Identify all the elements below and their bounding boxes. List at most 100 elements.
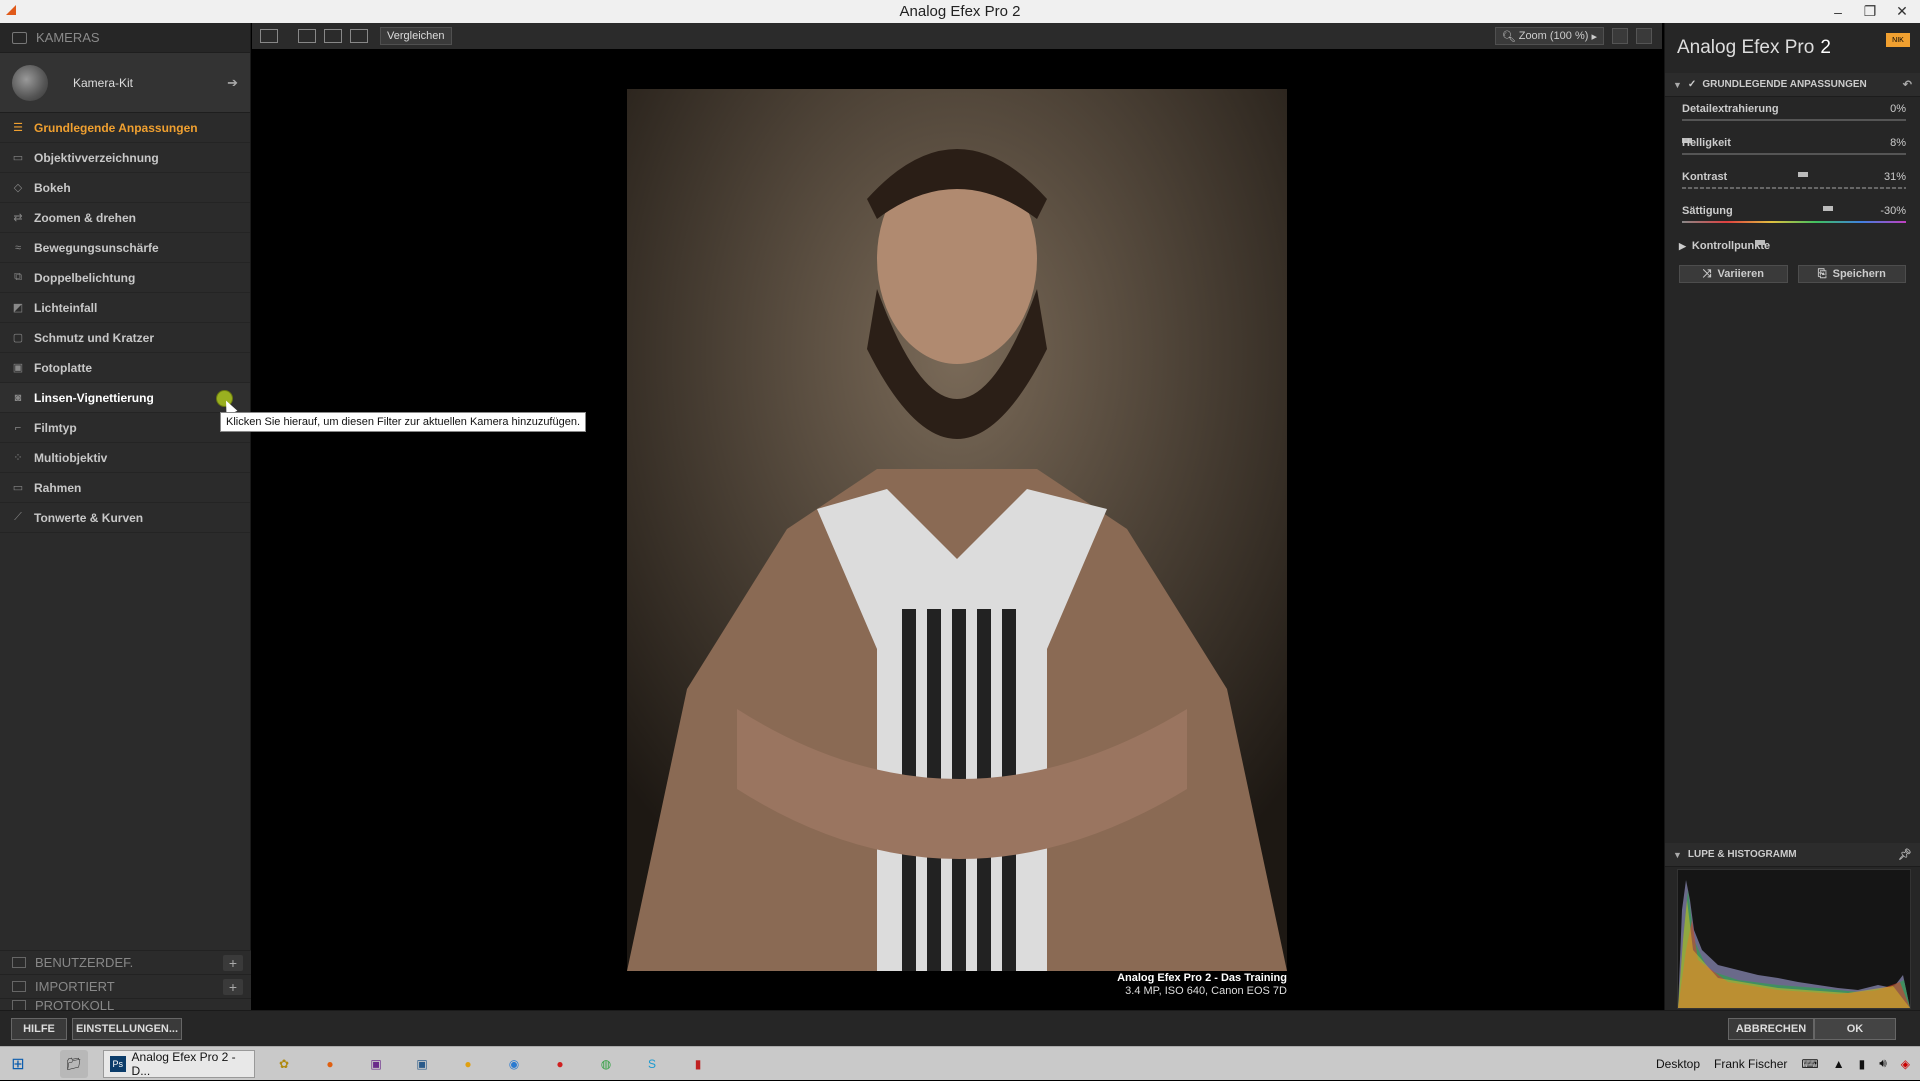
compare-button[interactable]: Vergleichen: [380, 27, 452, 45]
motion-blur-icon: ≈: [14, 241, 22, 254]
multilens-icon: ⁘: [13, 452, 23, 464]
browser-icon[interactable]: ◉: [500, 1050, 528, 1078]
vary-button[interactable]: ⤨ Variieren: [1679, 265, 1788, 283]
histogram-graph: [1678, 880, 1910, 1008]
section-benutzerdef[interactable]: BENUTZERDEF. +: [0, 950, 251, 974]
filter-item-linsen-vignettierung[interactable]: ◙ Linsen-Vignettierung: [0, 383, 250, 416]
filter-item-bokeh[interactable]: ◇ Bokeh: [0, 173, 250, 203]
skype-icon[interactable]: S: [638, 1050, 666, 1078]
zoom-select[interactable]: 🔍︎ Zoom (100 %) ▸: [1494, 27, 1604, 45]
firefox-icon[interactable]: ●: [316, 1050, 344, 1078]
filter-item-grundlegende-anpassungen[interactable]: ☰ Grundlegende Anpassungen: [0, 113, 250, 143]
desktop-toolbar[interactable]: Desktop: [1656, 1057, 1700, 1071]
taskbar-active-app-label: Analog Efex Pro 2 - D...: [131, 1049, 236, 1078]
notification-icon[interactable]: ◈: [1901, 1057, 1910, 1071]
premiere-icon[interactable]: ▣: [362, 1050, 390, 1078]
preview-image[interactable]: [627, 89, 1287, 971]
close-icon[interactable]: ✕: [1888, 0, 1916, 23]
single-view-icon[interactable]: [298, 29, 316, 43]
help-button[interactable]: HILFE: [11, 1018, 67, 1040]
slider-label: Detailextrahierung: [1682, 103, 1779, 115]
filter-item-zoomen-drehen[interactable]: ⇄ Zoomen & drehen: [0, 203, 250, 233]
filter-label: Fotoplatte: [34, 360, 92, 375]
slider-track[interactable]: [1682, 153, 1906, 177]
ok-button[interactable]: OK: [1814, 1018, 1896, 1040]
filter-item-bewegungsunschaerfe[interactable]: ≈ Bewegungsunschärfe: [0, 233, 250, 263]
filter-label: Tonwerte & Kurven: [34, 510, 144, 525]
filter-item-fotoplatte[interactable]: ▣ Fotoplatte: [0, 353, 250, 383]
filter-label: Bewegungsunschärfe: [34, 240, 159, 255]
explorer-icon[interactable]: 📁︎: [60, 1049, 88, 1078]
lightroom-icon[interactable]: ▣: [408, 1050, 436, 1078]
loupe-histogram-header[interactable]: ▼ LUPE & HISTOGRAMM 📌︎: [1665, 843, 1920, 867]
record-icon[interactable]: ●: [546, 1050, 574, 1078]
control-points-toggle[interactable]: ▶ Kontrollpunkte: [1665, 233, 1920, 259]
camera-kit-avatar: [12, 64, 48, 101]
filter-item-tonwerte-kurven[interactable]: ⟋ Tonwerte & Kurven: [0, 503, 250, 533]
save-button[interactable]: ⎘ Speichern: [1797, 265, 1906, 283]
filter-label: Zoomen & drehen: [34, 210, 137, 225]
slider-track[interactable]: [1682, 187, 1906, 211]
chevron-down-icon[interactable]: ▼: [1673, 80, 1682, 90]
check-icon[interactable]: ✓: [1688, 79, 1696, 90]
nik-logo-icon: NIK: [1886, 33, 1910, 47]
volume-icon[interactable]: 🔊︎: [1879, 1056, 1887, 1071]
slider-kontrast[interactable]: Kontrast 31%: [1665, 165, 1920, 211]
section-importiert-label: IMPORTIERT: [35, 979, 115, 994]
double-exposure-icon: ⧉: [14, 271, 22, 283]
layout-toggle-icon[interactable]: [260, 29, 278, 43]
camera-kit[interactable]: Kamera-Kit ➔: [0, 53, 250, 113]
reset-icon[interactable]: ↶: [1903, 78, 1912, 91]
restore-icon[interactable]: ❐: [1856, 0, 1884, 23]
filter-label: Multiobjektiv: [34, 450, 108, 465]
frame-icon: ▭: [12, 482, 24, 494]
slider-track[interactable]: [1682, 221, 1906, 245]
slider-label: Helligkeit: [1682, 137, 1731, 149]
light-icon[interactable]: [1612, 28, 1628, 44]
filter-item-schmutz-kratzer[interactable]: ▢ Schmutz und Kratzer: [0, 323, 250, 353]
app-yellow-icon[interactable]: ●: [454, 1050, 482, 1078]
slider-value: 31%: [1883, 171, 1906, 183]
windows-start-icon[interactable]: ⊞: [0, 1047, 36, 1081]
filter-item-multiobjektiv[interactable]: ⁘ Multiobjektiv: [0, 443, 250, 473]
slider-detailextrahierung[interactable]: Detailextrahierung 0%: [1665, 97, 1920, 143]
pin-icon[interactable]: 📌︎: [1898, 848, 1912, 861]
chevron-right-icon: ▶: [1679, 240, 1686, 251]
taskbar-active-app[interactable]: Ps Analog Efex Pro 2 - D...: [103, 1049, 255, 1078]
filter-item-filmtyp[interactable]: ⌐ Filmtyp: [0, 413, 250, 443]
tooltip: Klicken Sie hierauf, um diesen Filter zu…: [220, 412, 587, 432]
slider-knob[interactable]: [1755, 240, 1766, 245]
side-by-side-icon[interactable]: [350, 29, 368, 43]
chevron-down-icon[interactable]: ▼: [1673, 850, 1682, 860]
filter-item-lichteinfall[interactable]: ◩ Lichteinfall: [0, 293, 250, 323]
window-titlebar: Analog Efex Pro 2 – ❐ ✕: [0, 0, 1920, 23]
add-icon[interactable]: +: [223, 978, 243, 995]
photoshop-icon: Ps: [110, 1055, 126, 1072]
chrome-icon[interactable]: ◍: [592, 1050, 620, 1078]
filter-item-objektivverzeichnung[interactable]: ▭ Objektivverzeichnung: [0, 143, 250, 173]
network-icon[interactable]: ▮: [1859, 1057, 1866, 1071]
fullscreen-icon[interactable]: [1636, 28, 1652, 44]
slider-saettigung[interactable]: Sättigung -30%: [1665, 199, 1920, 245]
tray-up-icon[interactable]: ▲: [1833, 1057, 1845, 1071]
pdf-icon[interactable]: ▮: [684, 1050, 712, 1078]
basic-adjustments-header[interactable]: ▼ ✓ GRUNDLEGENDE ANPASSUNGEN ↶: [1665, 73, 1920, 97]
user-toolbar[interactable]: Frank Fischer: [1714, 1057, 1787, 1071]
search-icon: 🔍︎: [1501, 30, 1516, 43]
settings-button[interactable]: EINSTELLUNGEN...: [72, 1018, 182, 1040]
filter-item-doppelbelichtung[interactable]: ⧉ Doppelbelichtung: [0, 263, 250, 293]
bridge-icon[interactable]: ✿: [270, 1050, 298, 1078]
slider-helligkeit[interactable]: Helligkeit 8%: [1665, 131, 1920, 177]
cameras-header: KAMERAS: [0, 23, 250, 53]
split-view-icon[interactable]: [324, 29, 342, 43]
preview-toolbar: Vergleichen 🔍︎ Zoom (100 %) ▸: [252, 23, 1662, 49]
section-importiert[interactable]: IMPORTIERT +: [0, 974, 251, 998]
cancel-button[interactable]: ABBRECHEN: [1728, 1018, 1814, 1040]
arrow-right-icon[interactable]: ➔: [227, 75, 238, 91]
filter-item-rahmen[interactable]: ▭ Rahmen: [0, 473, 250, 503]
keyboard-icon[interactable]: ⌨: [1801, 1057, 1818, 1071]
slider-track[interactable]: [1682, 119, 1906, 143]
preset-buttons: ⤨ Variieren ⎘ Speichern: [1665, 259, 1920, 289]
add-icon[interactable]: +: [223, 954, 243, 971]
minimize-icon[interactable]: –: [1824, 0, 1852, 23]
